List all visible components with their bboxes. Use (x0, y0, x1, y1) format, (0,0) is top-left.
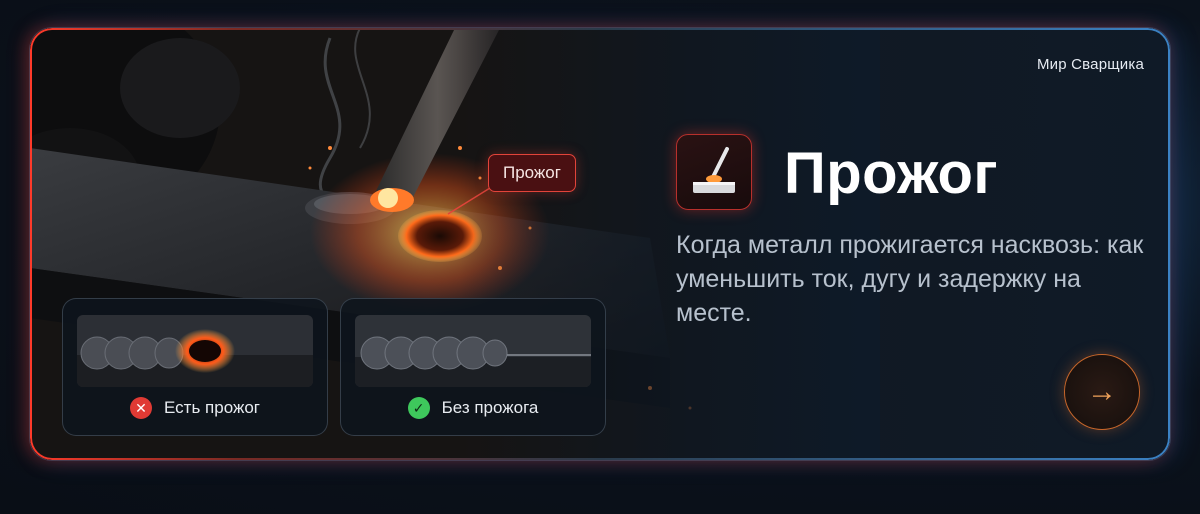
callout-tag: Прожог (488, 154, 576, 192)
page-title: Прожог (784, 141, 999, 206)
clean-weld-thumbnail (355, 315, 591, 387)
banner-stage: Прожог ✕ Есть прожог ✓ Без прожога Мир С… (0, 0, 1200, 514)
comparison-label-row-bad: ✕ Есть прожог (63, 397, 327, 419)
comparison-label-good: Без прожога (441, 398, 539, 417)
check-icon: ✓ (407, 397, 430, 419)
burn-through-thumbnail (77, 315, 313, 387)
comparison-card-good[interactable]: ✓ Без прожога (340, 298, 606, 436)
welding-electrode-icon (676, 134, 752, 210)
cross-icon: ✕ (130, 397, 153, 419)
description-text: Когда металл прожигается насквозь: как у… (676, 231, 1144, 327)
comparison-label-bad: Есть прожог (164, 398, 260, 417)
comparison-label-row-good: ✓ Без прожога (341, 397, 605, 419)
arrow-right-icon: → (1087, 375, 1117, 408)
banner-card[interactable]: Прожог ✕ Есть прожог ✓ Без прожога Мир С… (30, 28, 1170, 460)
comparison-card-bad[interactable]: ✕ Есть прожог (62, 298, 328, 436)
brand-name: Мир Сварщика (1036, 56, 1144, 73)
next-arrow-button[interactable]: → (1064, 354, 1140, 430)
